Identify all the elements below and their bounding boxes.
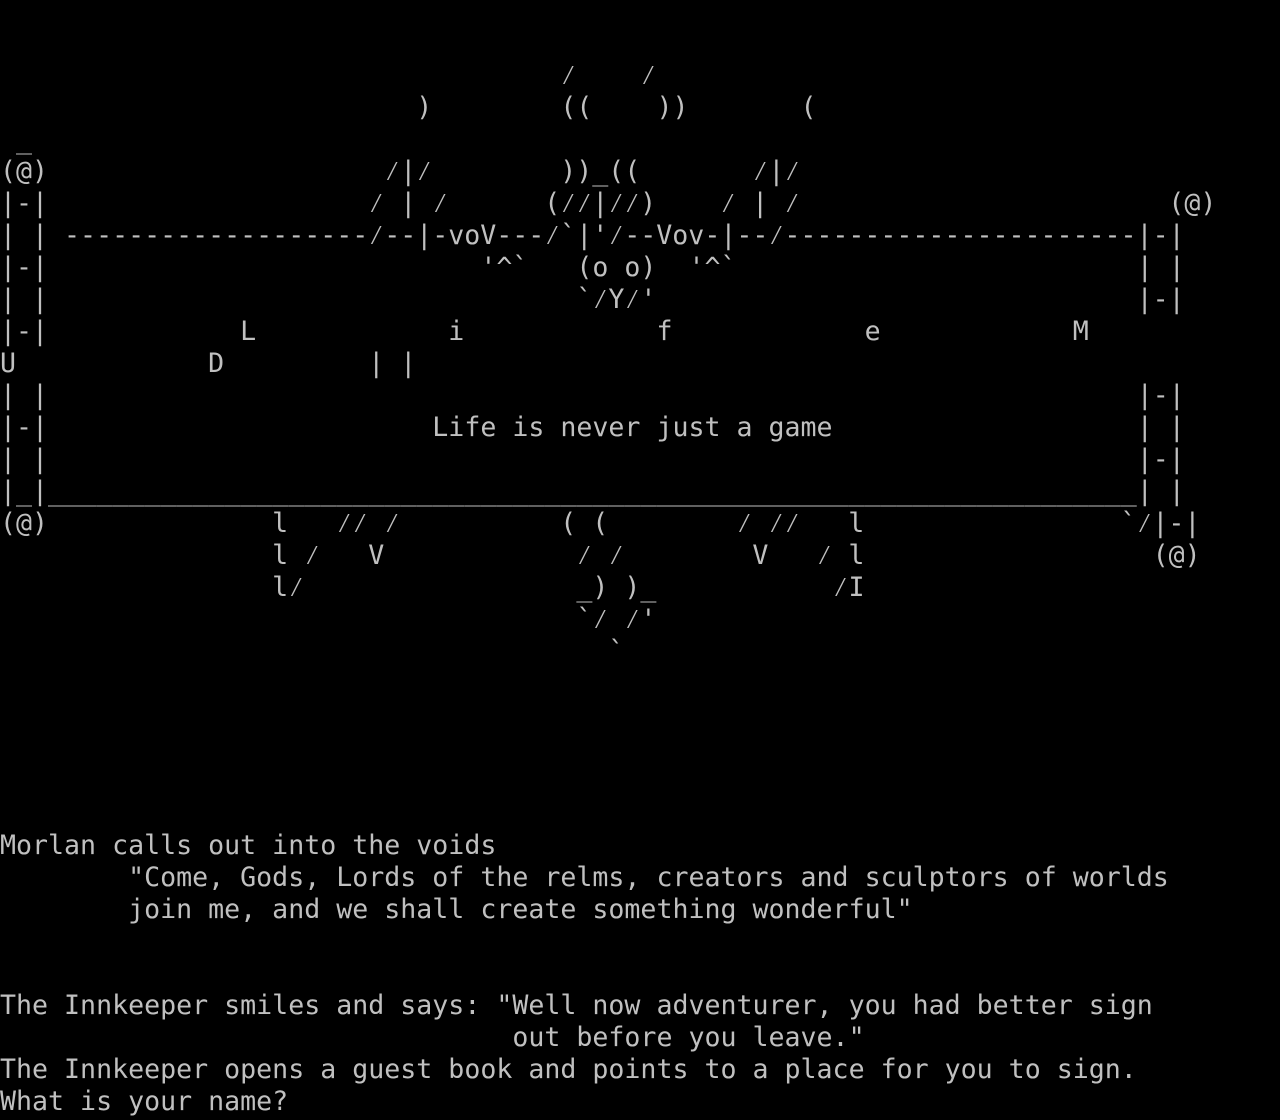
- banner-line: `⁄ ⁄': [0, 604, 657, 635]
- narration-line: Morlan calls out into the voids: [0, 830, 497, 861]
- game-output: Morlan calls out into the voids "Come, G…: [0, 830, 1169, 1086]
- banner-line: | | `⁄Y⁄' |-|: [0, 284, 1185, 315]
- banner-line: |_|_____________________________________…: [0, 476, 1185, 507]
- innkeeper-dialogue: The Innkeeper smiles and says: "Well now…: [0, 990, 1153, 1021]
- banner-line: `: [0, 636, 625, 667]
- banner-line: l ⁄ V ⁄ ⁄ V ⁄ l (@): [0, 540, 1201, 571]
- narration-line: "Come, Gods, Lords of the relms, creator…: [0, 862, 1169, 893]
- innkeeper-dialogue: out before you leave.": [0, 1022, 865, 1053]
- banner-line: | | -------------------⁄--|-voV---⁄`|'⁄-…: [0, 220, 1185, 251]
- narration-line: join me, and we shall create something w…: [0, 894, 913, 925]
- banner-line: | | |-|: [0, 380, 1185, 411]
- ascii-banner: ⁄ ⁄ ) (( )) ( _ (@) ⁄|⁄ ))_(( ⁄|⁄ |-| ⁄ | …: [0, 60, 1216, 668]
- name-prompt[interactable]: What is your name?: [0, 1086, 304, 1118]
- banner-line: l⁄ _) )_ ⁄I: [0, 572, 865, 603]
- banner-line: (@) ⁄|⁄ ))_(( ⁄|⁄: [0, 156, 801, 187]
- banner-line: U D | |: [0, 348, 417, 379]
- banner-line: |-| ⁄ | ⁄ (⁄⁄|⁄⁄) ⁄ | ⁄ (@): [0, 188, 1217, 219]
- banner-title-letters: |-| L i f e M: [0, 316, 1089, 347]
- banner-line: _: [0, 124, 33, 155]
- banner-line: (@) l ⁄⁄ ⁄ ( ( ⁄ ⁄⁄ l `⁄|-|: [0, 508, 1201, 539]
- terminal-screen[interactable]: ⁄ ⁄ ) (( )) ( _ (@) ⁄|⁄ ))_(( ⁄|⁄ |-| ⁄ | …: [0, 0, 1280, 1120]
- banner-line: ⁄ ⁄: [0, 60, 657, 91]
- banner-tagline: |-| Life is never just a game | |: [0, 412, 1185, 443]
- banner-line: ) (( )) (: [0, 92, 817, 123]
- banner-line: | | |-|: [0, 444, 1185, 475]
- prompt-text: What is your name?: [0, 1086, 305, 1117]
- innkeeper-action: The Innkeeper opens a guest book and poi…: [0, 1054, 1137, 1085]
- banner-line: |-| '^` (o o) '^` | |: [0, 252, 1185, 283]
